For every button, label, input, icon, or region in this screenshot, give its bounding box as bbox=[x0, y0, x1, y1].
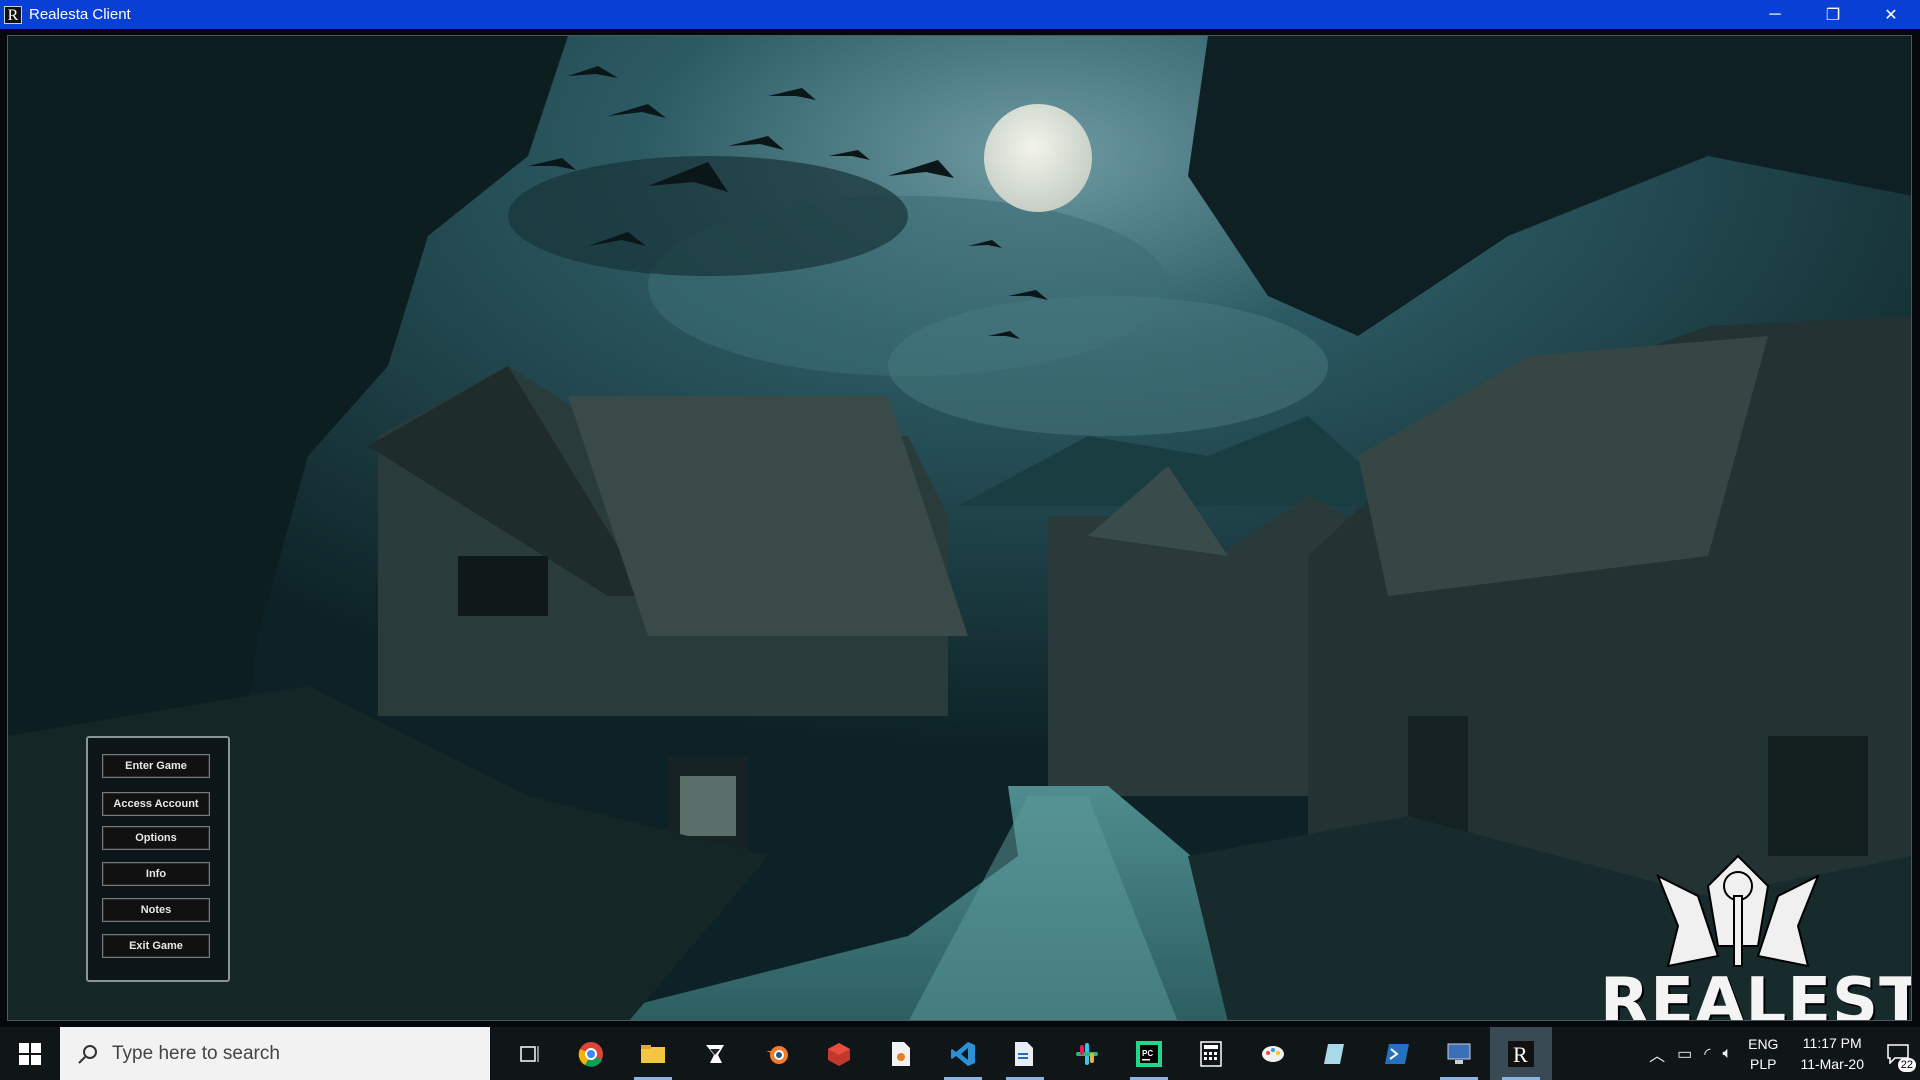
taskbar-apps: PC R bbox=[498, 1027, 1552, 1080]
file-explorer-icon[interactable] bbox=[622, 1027, 684, 1080]
realesta-taskbar-icon[interactable]: R bbox=[1490, 1027, 1552, 1080]
taskbar: Type here to search PC R ︿ ▭ ◜ 🔈︎ ENG PL… bbox=[0, 1027, 1920, 1080]
input-language[interactable]: ENG PLP bbox=[1748, 1034, 1778, 1074]
remote-desktop-icon[interactable] bbox=[1428, 1027, 1490, 1080]
action-center-button[interactable]: 22 bbox=[1876, 1027, 1920, 1080]
keyboard-layout: PLP bbox=[1750, 1055, 1777, 1072]
moon bbox=[984, 104, 1092, 212]
notes-button[interactable]: Notes bbox=[102, 898, 210, 922]
realesta-app-icon: R bbox=[4, 5, 22, 24]
blender-icon[interactable] bbox=[746, 1027, 808, 1080]
show-hidden-icons-icon[interactable]: ︿ bbox=[1649, 1042, 1665, 1066]
main-menu-panel: Enter Game Access Account Options Info N… bbox=[86, 736, 230, 982]
close-button[interactable]: ✕ bbox=[1862, 0, 1920, 29]
volume-icon[interactable]: 🔈︎ bbox=[1723, 1045, 1733, 1063]
wifi-icon[interactable]: ◜ bbox=[1704, 1044, 1710, 1064]
clock[interactable]: 11:17 PM 11-Mar-20 bbox=[1800, 1033, 1864, 1075]
windows-icon bbox=[19, 1042, 41, 1065]
clock-date: 11-Mar-20 bbox=[1800, 1055, 1864, 1072]
calculator-icon[interactable] bbox=[1180, 1027, 1242, 1080]
vscode-icon[interactable] bbox=[932, 1027, 994, 1080]
realesta-logo-text: REALESTA bbox=[1600, 965, 1911, 1021]
game-canvas[interactable]: Enter Game Access Account Options Info N… bbox=[7, 35, 1912, 1021]
pycharm-icon[interactable]: PC bbox=[1118, 1027, 1180, 1080]
clock-time: 11:17 PM bbox=[1802, 1034, 1862, 1051]
info-button[interactable]: Info bbox=[102, 862, 210, 886]
battery-icon[interactable]: ▭ bbox=[1677, 1044, 1692, 1064]
system-tray: ︿ ▭ ◜ 🔈︎ ENG PLP 11:17 PM 11-Mar-20 22 bbox=[1643, 1027, 1920, 1080]
notification-count: 22 bbox=[1897, 1058, 1916, 1072]
svg-text:R: R bbox=[1513, 1042, 1528, 1067]
document-app-icon[interactable] bbox=[870, 1027, 932, 1080]
slack-icon[interactable] bbox=[1056, 1027, 1118, 1080]
language-code: ENG bbox=[1748, 1035, 1779, 1052]
search-icon bbox=[78, 1044, 97, 1064]
search-placeholder: Type here to search bbox=[112, 1042, 280, 1064]
notes-app-icon[interactable] bbox=[1304, 1027, 1366, 1080]
task-view-icon[interactable] bbox=[498, 1027, 560, 1080]
minimize-button[interactable]: ─ bbox=[1746, 0, 1804, 29]
options-button[interactable]: Options bbox=[102, 826, 210, 850]
chrome-icon[interactable] bbox=[560, 1027, 622, 1080]
powershell-icon[interactable] bbox=[1366, 1027, 1428, 1080]
inkscape-icon[interactable] bbox=[684, 1027, 746, 1080]
enter-game-button[interactable]: Enter Game bbox=[102, 754, 210, 778]
window-title-bar: R Realesta Client ─ ❐ ✕ bbox=[0, 0, 1920, 29]
svg-text:PC: PC bbox=[1142, 1049, 1153, 1058]
exit-game-button[interactable]: Exit Game bbox=[102, 934, 210, 958]
red-cube-app-icon[interactable] bbox=[808, 1027, 870, 1080]
start-button[interactable] bbox=[0, 1027, 60, 1080]
taskbar-search[interactable]: Type here to search bbox=[60, 1027, 490, 1080]
restore-button[interactable]: ❐ bbox=[1804, 0, 1862, 29]
window-title: Realesta Client bbox=[29, 6, 131, 23]
window-controls: ─ ❐ ✕ bbox=[1746, 0, 1920, 29]
access-account-button[interactable]: Access Account bbox=[102, 792, 210, 816]
paint-app-icon[interactable] bbox=[1242, 1027, 1304, 1080]
file-editor-icon[interactable] bbox=[994, 1027, 1056, 1080]
game-viewport[interactable]: Enter Game Access Account Options Info N… bbox=[0, 29, 1920, 1027]
